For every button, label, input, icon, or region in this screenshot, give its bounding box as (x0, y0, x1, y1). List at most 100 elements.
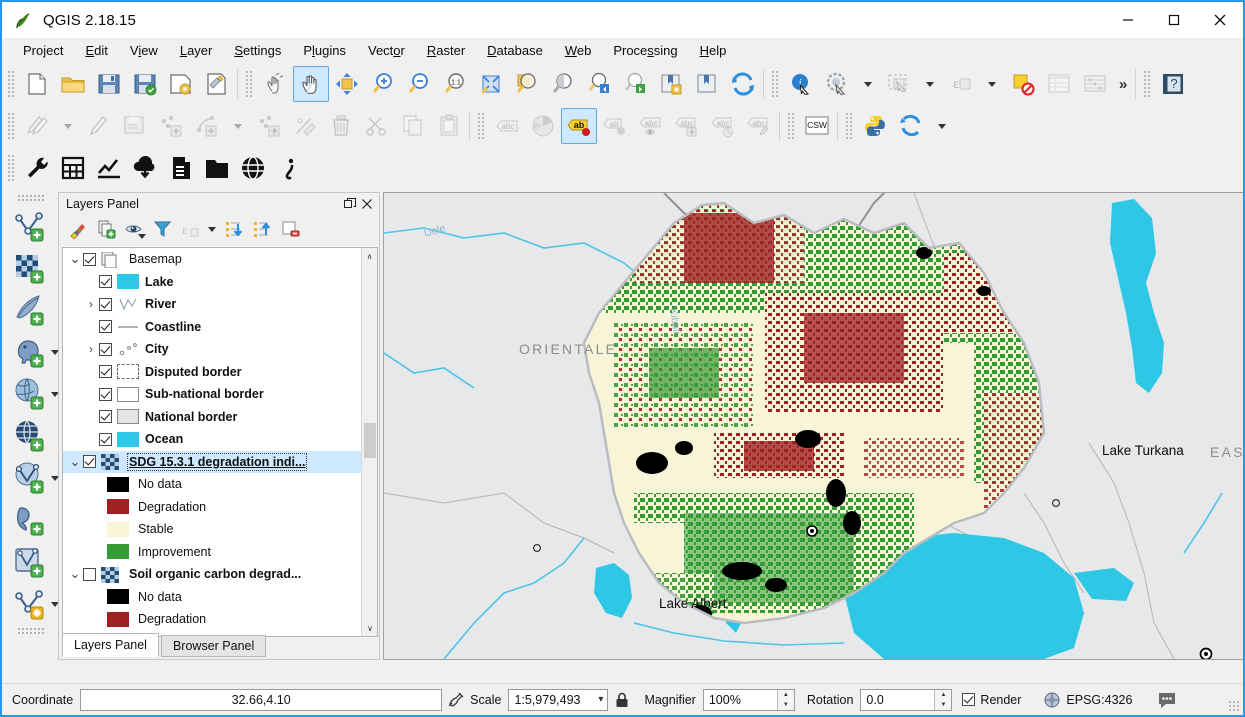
expand-all-button[interactable] (221, 217, 247, 242)
filter-legend-expression-caret[interactable] (205, 217, 219, 242)
plugin-manager-button[interactable] (893, 108, 929, 144)
add-mssql-layer-button[interactable] (9, 541, 53, 583)
layer-diagram-options-button[interactable] (525, 108, 561, 144)
new-project-button[interactable] (19, 66, 55, 102)
layer-visibility-checkbox[interactable] (99, 433, 112, 446)
crs-globe-icon[interactable] (1038, 691, 1066, 709)
magnifier-spinbox[interactable]: 100% ▲▼ (703, 689, 795, 711)
menu-web[interactable]: Web (554, 40, 603, 61)
toolbar-grip[interactable] (245, 70, 254, 98)
layer-visibility-checkbox[interactable] (83, 253, 96, 266)
menu-vector[interactable]: Vector (357, 40, 416, 61)
collapse-chevron-icon[interactable]: ⌄ (67, 566, 83, 582)
rotation-spinbox[interactable]: 0.0 ▲▼ (860, 689, 952, 711)
layer-visibility-checkbox[interactable] (99, 388, 112, 401)
layer-national-border[interactable]: National border (63, 406, 362, 429)
layer-visibility-checkbox[interactable] (99, 410, 112, 423)
tab-browser-panel[interactable]: Browser Panel (161, 635, 266, 657)
layer-visibility-checkbox[interactable] (99, 320, 112, 333)
calculate-indicators-button[interactable] (55, 150, 91, 186)
render-toggle[interactable]: Render (962, 693, 1028, 707)
open-dataset-folder-button[interactable] (199, 150, 235, 186)
toolbar-grip[interactable] (477, 112, 486, 140)
resize-grip[interactable] (1228, 700, 1240, 712)
add-wms-layer-button[interactable] (9, 373, 53, 415)
tab-layers-panel[interactable]: Layers Panel (62, 633, 159, 657)
change-label-button[interactable]: abc (741, 108, 777, 144)
open-layer-styling-button[interactable] (65, 217, 91, 242)
python-console-button[interactable] (857, 108, 893, 144)
copy-features-button[interactable] (395, 108, 431, 144)
collapse-all-button[interactable] (249, 217, 275, 242)
field-calculator-button[interactable] (1077, 66, 1113, 102)
toolbar-grip[interactable] (771, 70, 780, 98)
zoom-to-layer-button[interactable] (509, 66, 545, 102)
move-feature-button[interactable] (251, 108, 287, 144)
add-feature-button[interactable] (153, 108, 189, 144)
save-project-button[interactable] (91, 66, 127, 102)
node-tool-button[interactable] (287, 108, 323, 144)
zoom-last-button[interactable] (581, 66, 617, 102)
open-project-button[interactable] (55, 66, 91, 102)
menu-view[interactable]: View (119, 40, 169, 61)
new-shapefile-layer-button[interactable] (9, 583, 53, 625)
layer-visibility-checkbox[interactable] (99, 298, 112, 311)
messages-bubble-icon[interactable] (1153, 691, 1181, 709)
add-vector-layer-button[interactable] (9, 205, 53, 247)
undock-icon[interactable] (341, 195, 358, 213)
close-button[interactable] (1197, 2, 1243, 38)
close-x-icon[interactable] (358, 195, 375, 213)
add-line-feature-button[interactable] (189, 108, 225, 144)
zoom-full-button[interactable] (473, 66, 509, 102)
highlight-pinned-labels-button[interactable]: ab (561, 108, 597, 144)
settings-wrench-button[interactable] (19, 150, 55, 186)
layer-visibility-checkbox[interactable] (83, 568, 96, 581)
scale-combo[interactable]: 1:5,979,493 ▾ (508, 689, 608, 711)
filter-legend-button[interactable] (149, 217, 175, 242)
scroll-up-button[interactable]: ∧ (362, 248, 377, 264)
coordinate-input[interactable]: 32.66,4.10 (80, 689, 442, 711)
identify-features-button[interactable]: i (783, 66, 819, 102)
coordinate-capture-icon[interactable] (442, 690, 470, 710)
add-postgis-layer-button[interactable] (9, 331, 53, 373)
select-features-caret[interactable] (917, 66, 943, 102)
expand-chevron-icon[interactable]: › (83, 342, 99, 356)
new-print-composer-button[interactable] (163, 66, 199, 102)
toolbar-grip[interactable] (787, 112, 796, 140)
toolbar-grip[interactable] (7, 112, 16, 140)
toolbar-grip[interactable] (17, 194, 45, 202)
zoom-native-button[interactable]: 1:1 (437, 66, 473, 102)
select-by-expression-button[interactable]: ε (943, 66, 979, 102)
minimize-button[interactable] (1105, 2, 1151, 38)
layer-ocean[interactable]: Ocean (63, 428, 362, 451)
load-data-button[interactable] (163, 150, 199, 186)
layer-river[interactable]: ›River (63, 293, 362, 316)
plot-data-button[interactable] (91, 150, 127, 186)
menu-raster[interactable]: Raster (416, 40, 476, 61)
menu-project[interactable]: Project (12, 40, 74, 61)
toolbar-grip[interactable] (7, 154, 16, 182)
map-canvas[interactable]: UeleORIENTALEKibaliLake AlbertLake Turka… (383, 192, 1245, 660)
filter-legend-expression-button[interactable]: ε (177, 217, 203, 242)
toolbar-grip[interactable] (845, 112, 854, 140)
current-edits-button[interactable] (19, 108, 55, 144)
collapse-chevron-icon[interactable]: ⌄ (67, 251, 83, 267)
menu-settings[interactable]: Settings (223, 40, 292, 61)
add-delimited-text-layer-button[interactable] (9, 499, 53, 541)
toolbar-grip[interactable] (7, 70, 16, 98)
scrollbar-thumb[interactable] (364, 423, 376, 458)
layer-sub-national-border[interactable]: Sub-national border (63, 383, 362, 406)
open-attribute-table-button[interactable] (1041, 66, 1077, 102)
plugin-manager-caret[interactable] (929, 108, 955, 144)
help-button[interactable]: ? (1155, 66, 1191, 102)
lock-scale-icon[interactable] (608, 691, 636, 709)
zoom-in-button[interactable] (365, 66, 401, 102)
add-line-feature-caret[interactable] (225, 108, 251, 144)
magnifier-stepper[interactable]: ▲▼ (777, 690, 794, 710)
layer-lake[interactable]: Lake (63, 271, 362, 294)
pan-map-button[interactable] (293, 66, 329, 102)
zoom-out-button[interactable] (401, 66, 437, 102)
crs-label[interactable]: EPSG:4326 (1066, 693, 1132, 707)
menu-help[interactable]: Help (689, 40, 738, 61)
rotation-stepper[interactable]: ▲▼ (934, 690, 951, 710)
